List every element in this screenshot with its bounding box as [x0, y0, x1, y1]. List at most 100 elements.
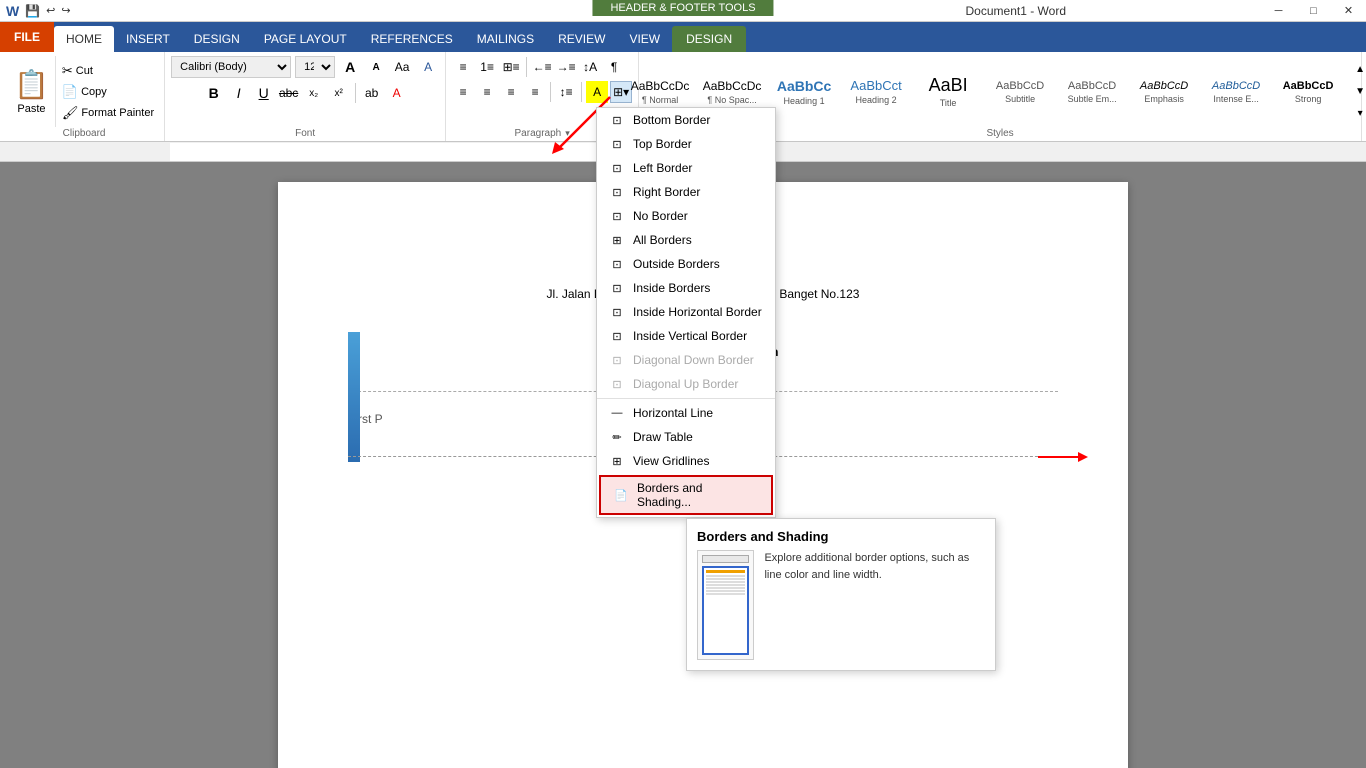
styles-scroll-down[interactable]: ▼	[1349, 81, 1366, 103]
tab-header-footer-design[interactable]: DESIGN	[672, 26, 746, 52]
tab-insert[interactable]: INSERT	[114, 26, 182, 52]
sort-button[interactable]: ↕A	[579, 56, 601, 78]
horizontal-line-label: Horizontal Line	[633, 406, 713, 420]
dropdown-borders-and-shading[interactable]: 📄 Borders and Shading...	[599, 475, 773, 515]
dropdown-draw-table[interactable]: ✏ Draw Table	[597, 425, 775, 449]
cut-button[interactable]: ✂ Cut	[60, 62, 156, 80]
dropdown-diagonal-up[interactable]: ⊡ Diagonal Up Border	[597, 372, 775, 396]
style-title-label: Title	[940, 98, 957, 108]
copy-button[interactable]: 📄 Copy	[60, 83, 156, 101]
align-left-button[interactable]: ≡	[452, 81, 474, 103]
strikethrough-button[interactable]: abc	[278, 82, 300, 104]
minimize-button[interactable]: ─	[1261, 0, 1296, 22]
tab-page-layout[interactable]: PAGE LAYOUT	[252, 26, 359, 52]
dropdown-left-border[interactable]: ⊡ Left Border	[597, 156, 775, 180]
style-heading1[interactable]: AaBbCc Heading 1	[769, 57, 839, 127]
dropdown-inside-borders[interactable]: ⊡ Inside Borders	[597, 276, 775, 300]
tab-mailings[interactable]: MAILINGS	[465, 26, 546, 52]
tab-design[interactable]: DESIGN	[182, 26, 252, 52]
font-group: Calibri (Body) 12 A A Aa A B I U abc x₂ …	[165, 52, 446, 141]
style-normal-label: ¶ Normal	[642, 95, 678, 105]
style-title-preview: AaBI	[929, 75, 968, 96]
tab-view[interactable]: VIEW	[617, 26, 672, 52]
style-emphasis-preview: AaBbCcD	[1140, 80, 1188, 92]
dropdown-diagonal-down[interactable]: ⊡ Diagonal Down Border	[597, 348, 775, 372]
multilevel-list-button[interactable]: ⊞≡	[500, 56, 522, 78]
style-no-spacing-preview: AaBbCcDc	[703, 79, 762, 93]
bold-button[interactable]: B	[203, 82, 225, 104]
style-intense-emphasis[interactable]: AaBbCcD Intense E...	[1201, 57, 1271, 127]
dropdown-all-borders[interactable]: ⊞ All Borders	[597, 228, 775, 252]
all-borders-label: All Borders	[633, 233, 692, 247]
dropdown-right-border[interactable]: ⊡ Right Border	[597, 180, 775, 204]
tab-references[interactable]: REFERENCES	[359, 26, 465, 52]
text-effects-button[interactable]: A	[417, 56, 439, 78]
arrow-right	[1038, 442, 1098, 472]
dropdown-view-gridlines[interactable]: ⊞ View Gridlines	[597, 449, 775, 473]
increase-indent-button[interactable]: →≡	[555, 56, 577, 78]
bottom-border-label: Bottom Border	[633, 113, 710, 127]
quick-access-undo[interactable]: ↩	[46, 4, 55, 17]
style-heading2[interactable]: AaBbCct Heading 2	[841, 57, 911, 127]
superscript-button[interactable]: x²	[328, 82, 350, 104]
style-emphasis[interactable]: AaBbCcD Emphasis	[1129, 57, 1199, 127]
format-painter-button[interactable]: 🖌 Format Painter	[60, 104, 156, 122]
dropdown-outside-borders[interactable]: ⊡ Outside Borders	[597, 252, 775, 276]
clipboard-label: Clipboard	[4, 128, 164, 139]
show-hide-marks-button[interactable]: ¶	[603, 56, 625, 78]
no-border-icon: ⊡	[609, 208, 625, 224]
font-shrink-button[interactable]: A	[365, 56, 387, 78]
numbering-button[interactable]: 1≡	[476, 56, 498, 78]
dropdown-no-border[interactable]: ⊡ No Border	[597, 204, 775, 228]
styles-scroll-up[interactable]: ▲	[1349, 59, 1366, 81]
inside-borders-label: Inside Borders	[633, 281, 710, 295]
font-grow-button[interactable]: A	[339, 56, 361, 78]
quick-access-save[interactable]: 💾	[25, 4, 40, 18]
tab-review[interactable]: REVIEW	[546, 26, 617, 52]
style-subtle-emphasis-label: Subtle Em...	[1068, 94, 1117, 104]
borders-dropdown: ⊡ Bottom Border ⊡ Top Border ⊡ Left Bord…	[596, 107, 776, 518]
italic-button[interactable]: I	[228, 82, 250, 104]
subscript-button[interactable]: x₂	[303, 82, 325, 104]
close-button[interactable]: ✕	[1331, 0, 1366, 22]
bullets-button[interactable]: ≡	[452, 56, 474, 78]
tooltip-description: Explore additional border options, such …	[764, 550, 985, 583]
inside-h-border-icon: ⊡	[609, 304, 625, 320]
diagonal-up-label: Diagonal Up Border	[633, 377, 738, 391]
styles-more[interactable]: ▾	[1349, 103, 1366, 125]
cut-label: Cut	[76, 65, 93, 77]
font-clear-button[interactable]: Aa	[391, 56, 413, 78]
dropdown-inside-h-border[interactable]: ⊡ Inside Horizontal Border	[597, 300, 775, 324]
inside-v-border-label: Inside Vertical Border	[633, 329, 747, 343]
font-color-button[interactable]: A	[386, 82, 408, 104]
style-heading1-preview: AaBbCc	[777, 78, 831, 94]
maximize-button[interactable]: □	[1296, 0, 1331, 22]
style-subtitle-preview: AaBbCcD	[996, 80, 1044, 92]
style-subtitle-label: Subtitle	[1005, 94, 1035, 104]
style-subtle-emphasis[interactable]: AaBbCcD Subtle Em...	[1057, 57, 1127, 127]
tab-home[interactable]: HOME	[54, 26, 114, 52]
text-highlight-button[interactable]: ab	[361, 82, 383, 104]
font-size-select[interactable]: 12	[295, 56, 335, 78]
tooltip-title: Borders and Shading	[697, 529, 985, 544]
tab-file[interactable]: FILE	[0, 22, 54, 52]
paste-button[interactable]: 📋 Paste	[8, 56, 56, 127]
draw-table-icon: ✏	[609, 429, 625, 445]
quick-access-redo[interactable]: ↪	[61, 4, 70, 17]
dropdown-inside-v-border[interactable]: ⊡ Inside Vertical Border	[597, 324, 775, 348]
dropdown-bottom-border[interactable]: ⊡ Bottom Border	[597, 108, 775, 132]
dropdown-top-border[interactable]: ⊡ Top Border	[597, 132, 775, 156]
inside-borders-icon: ⊡	[609, 280, 625, 296]
underline-button[interactable]: U	[253, 82, 275, 104]
style-strong[interactable]: AaBbCcD Strong	[1273, 57, 1343, 127]
paste-label: Paste	[17, 103, 45, 115]
align-center-button[interactable]: ≡	[476, 81, 498, 103]
align-right-button[interactable]: ≡	[500, 81, 522, 103]
style-subtitle[interactable]: AaBbCcD Subtitle	[985, 57, 1055, 127]
dropdown-horizontal-line[interactable]: — Horizontal Line	[597, 401, 775, 425]
font-name-select[interactable]: Calibri (Body)	[171, 56, 291, 78]
decrease-indent-button[interactable]: ←≡	[531, 56, 553, 78]
header-footer-tools-label: HEADER & FOOTER TOOLS	[592, 0, 773, 16]
format-painter-icon: 🖌	[62, 105, 79, 121]
style-title[interactable]: AaBI Title	[913, 57, 983, 127]
